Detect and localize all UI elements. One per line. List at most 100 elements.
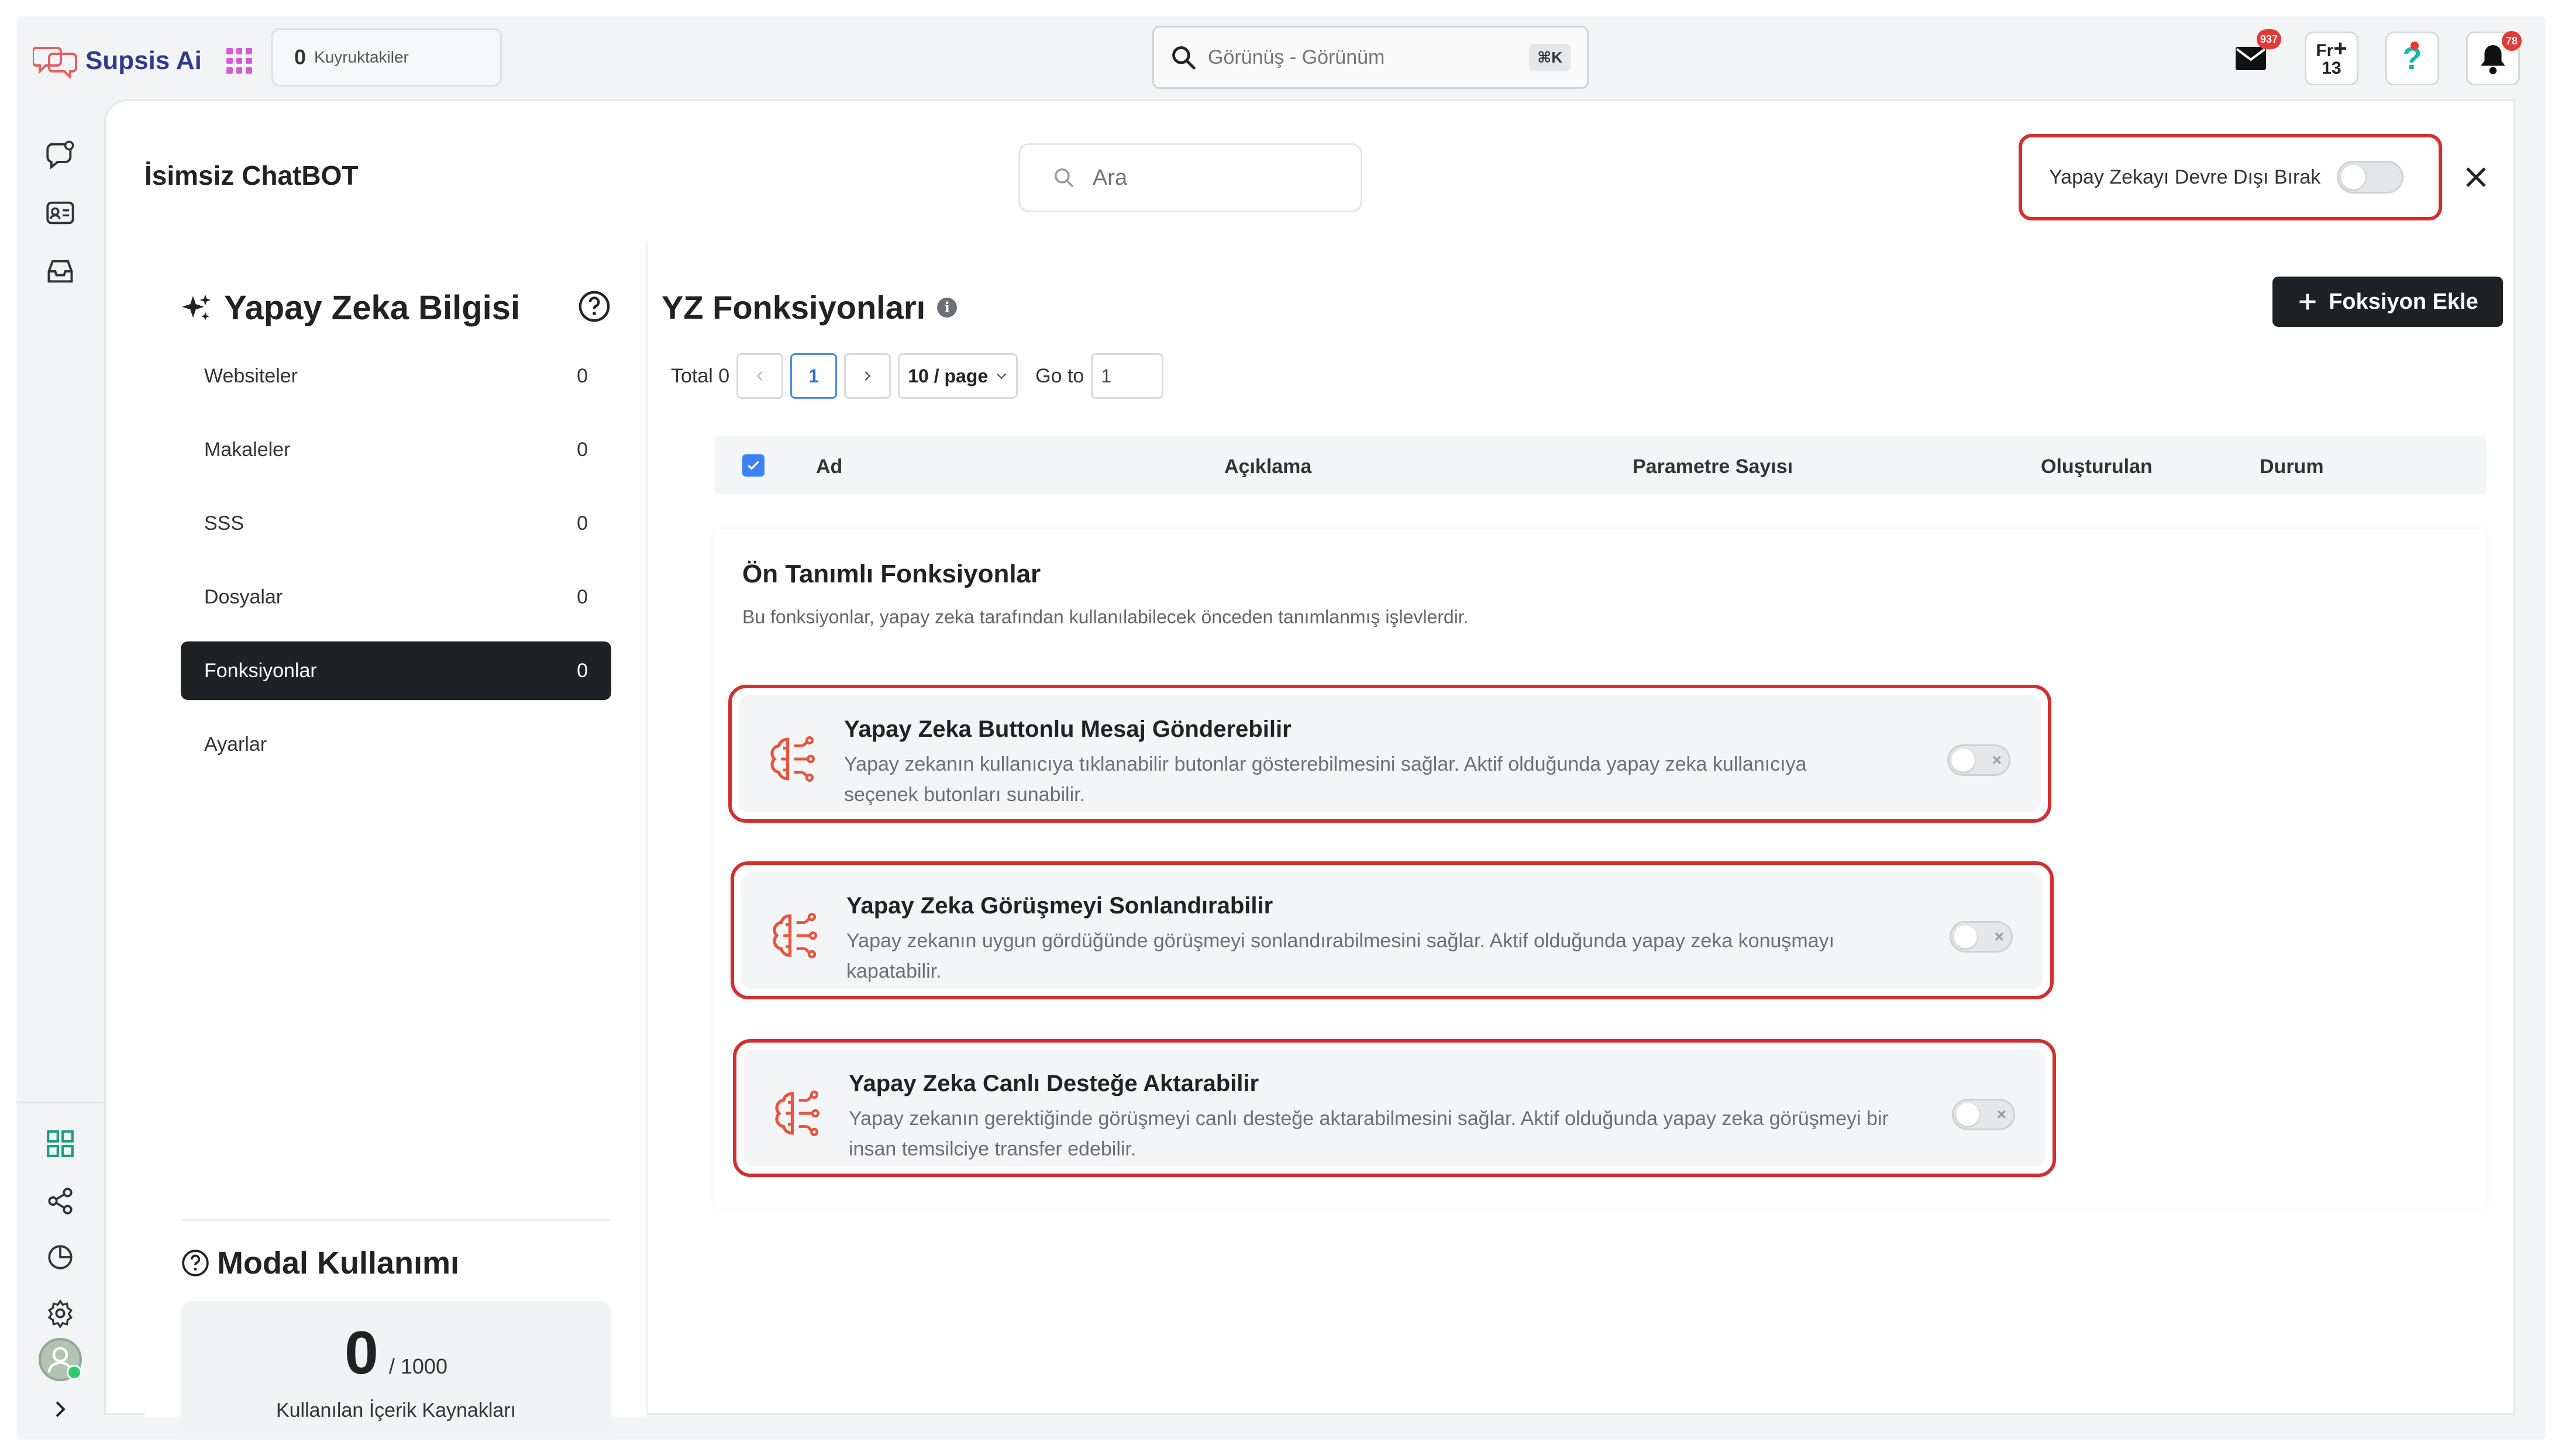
search-icon	[1172, 46, 1196, 70]
prev-page-button[interactable]	[736, 353, 784, 399]
disable-ai-toggle[interactable]	[2337, 161, 2404, 194]
sidebar-item-files[interactable]: Dosyalar 0	[181, 568, 611, 626]
help-button[interactable]: ?	[2385, 32, 2439, 85]
usage-summary: 0 / 1000 Kullanılan İçerik Kaynakları	[181, 1301, 611, 1440]
select-all-checkbox[interactable]	[742, 454, 765, 477]
sidebar-item-faq[interactable]: SSS 0	[181, 494, 611, 553]
toggle-off-icon: ×	[1992, 751, 2002, 769]
function-name: Yapay Zeka Canlı Desteğe Aktarabilir	[849, 1071, 1259, 1096]
sidebar-item-label: Fonksiyonlar	[204, 659, 317, 682]
apps-grid-icon[interactable]	[226, 48, 252, 74]
queue-label: Kuyruktakiler	[314, 48, 409, 66]
column-header-status[interactable]: Durum	[2260, 456, 2324, 478]
check-icon	[748, 461, 759, 470]
rail-dashboard-button[interactable]	[43, 1126, 78, 1161]
rail-inbox-button[interactable]	[43, 254, 78, 289]
function-toggle[interactable]: ×	[1950, 921, 2013, 953]
app-window: Supsis Ai 0 Kuyruktakiler ⌘K 937 Fr+ 13	[16, 16, 2546, 1440]
functions-table-header: Ad Açıklama Parametre Sayısı Oluşturulan…	[714, 436, 2487, 494]
function-name: Yapay Zeka Görüşmeyi Sonlandırabilir	[846, 893, 1273, 919]
mail-badge: 937	[2256, 29, 2281, 49]
column-header-created[interactable]: Oluşturulan	[2041, 456, 2153, 478]
sidebar-item-count: 0	[577, 659, 588, 682]
sparkle-icon	[182, 294, 211, 320]
sidebar-item-functions[interactable]: Fonksiyonlar 0	[181, 641, 611, 700]
toggle-off-icon: ×	[1996, 1105, 2006, 1123]
pie-chart-icon	[48, 1245, 73, 1269]
sidebar-item-articles[interactable]: Makaleler 0	[181, 420, 611, 479]
usage-title-text: Modal Kullanımı	[217, 1245, 460, 1281]
add-function-button[interactable]: Foksiyon Ekle	[2272, 277, 2503, 327]
usage-used: 0	[345, 1319, 378, 1387]
question-circle-icon[interactable]	[577, 289, 611, 323]
function-description: Yapay zekanın gerektiğinde görüşmeyi can…	[849, 1107, 1889, 1160]
user-icon	[47, 1347, 73, 1373]
font-size-indicator: Fr+ 13	[2316, 37, 2347, 77]
dashboard-grid-icon	[47, 1130, 74, 1157]
rail-share-button[interactable]	[43, 1184, 78, 1219]
knowledge-title-text: Yapay Zeka Bilgisi	[224, 289, 521, 327]
app-name: Supsis Ai	[85, 46, 202, 75]
rail-settings-button[interactable]	[43, 1296, 78, 1331]
brain-circuit-icon	[775, 1091, 820, 1137]
disable-ai-label: Yapay Zekayı Devre Dışı Bırak	[2049, 165, 2321, 188]
queue-indicator[interactable]: 0 Kuyruktakiler	[271, 28, 502, 87]
font-size-button[interactable]: Fr+ 13	[2305, 32, 2358, 85]
question-circle-icon	[182, 1250, 209, 1276]
page-title: İsimsiz ChatBOT	[144, 160, 359, 191]
info-icon[interactable]: i	[937, 297, 958, 318]
search-icon	[1055, 168, 1073, 187]
global-search-input[interactable]	[1208, 46, 1530, 69]
mail-button[interactable]: 937	[2224, 29, 2281, 85]
search-shortcut: ⌘K	[1529, 43, 1571, 71]
rail-contacts-button[interactable]	[43, 195, 78, 230]
sidebar-item-count: 0	[577, 512, 588, 534]
global-search[interactable]: ⌘K	[1152, 26, 1589, 89]
font-label: Fr	[2316, 41, 2334, 60]
add-function-label: Foksiyon Ekle	[2329, 289, 2478, 314]
knowledge-title: Yapay Zeka Bilgisi	[181, 288, 520, 327]
sidebar-item-count: 0	[577, 438, 588, 461]
rail-divider	[16, 1102, 104, 1103]
queue-count: 0	[294, 45, 307, 69]
panel-search-input[interactable]	[1093, 165, 1327, 191]
function-description: Yapay zekanın kullanıcıya tıklanabilir b…	[844, 753, 1807, 806]
rail-chat-button[interactable]	[43, 137, 78, 172]
sidebar-item-label: Dosyalar	[204, 585, 283, 608]
rail-reports-button[interactable]	[43, 1240, 78, 1275]
brain-circuit-icon	[770, 736, 815, 782]
close-button[interactable]	[2454, 155, 2498, 199]
panel-search[interactable]	[1018, 143, 1362, 212]
chevron-down-icon	[997, 373, 1007, 379]
goto-label: Go to	[1035, 364, 1084, 387]
function-toggle[interactable]: ×	[1947, 744, 2010, 776]
predefined-function-card: Yapay Zeka Görüşmeyi Sonlandırabilir Yap…	[731, 861, 2054, 999]
chevron-left-icon	[756, 371, 763, 381]
chat-bubbles-logo-icon	[33, 47, 77, 78]
next-page-button[interactable]	[844, 353, 891, 399]
notifications-button[interactable]: 78	[2466, 31, 2522, 85]
functions-title-text: YZ Fonksiyonları	[662, 289, 926, 326]
goto-page-input[interactable]: 1	[1091, 353, 1164, 399]
sidebar-item-settings[interactable]: Ayarlar	[181, 715, 611, 774]
usage-numbers: 0 / 1000	[181, 1319, 611, 1388]
usage-label: Kullanılan İçerik Kaynakları	[276, 1399, 516, 1422]
function-toggle[interactable]: ×	[1952, 1099, 2015, 1130]
sidebar-item-count: 0	[577, 585, 588, 608]
sidebar-item-websites[interactable]: Websiteler 0	[181, 347, 611, 405]
column-header-description[interactable]: Açıklama	[1224, 456, 1311, 478]
column-header-name[interactable]: Ad	[816, 456, 842, 478]
close-icon	[2466, 167, 2486, 187]
disable-ai-control: Yapay Zekayı Devre Dışı Bırak	[2019, 134, 2442, 220]
sidebar-item-label: Ayarlar	[204, 733, 267, 755]
chat-icon	[46, 140, 74, 170]
page-number-button[interactable]: 1	[790, 353, 838, 399]
page-size-select[interactable]: 10 / page	[898, 353, 1018, 399]
rail-expand-button[interactable]	[43, 1392, 78, 1427]
page-size-value: 10 / page	[908, 365, 989, 387]
usage-divider	[181, 1219, 611, 1221]
user-avatar[interactable]	[39, 1338, 82, 1381]
column-header-parameter-count[interactable]: Parametre Sayısı	[1633, 456, 1793, 478]
brand-logo[interactable]: Supsis Ai	[33, 37, 252, 84]
chatbot-panel: İsimsiz ChatBOT Yapay Zekayı Devre Dışı …	[104, 99, 2515, 1440]
